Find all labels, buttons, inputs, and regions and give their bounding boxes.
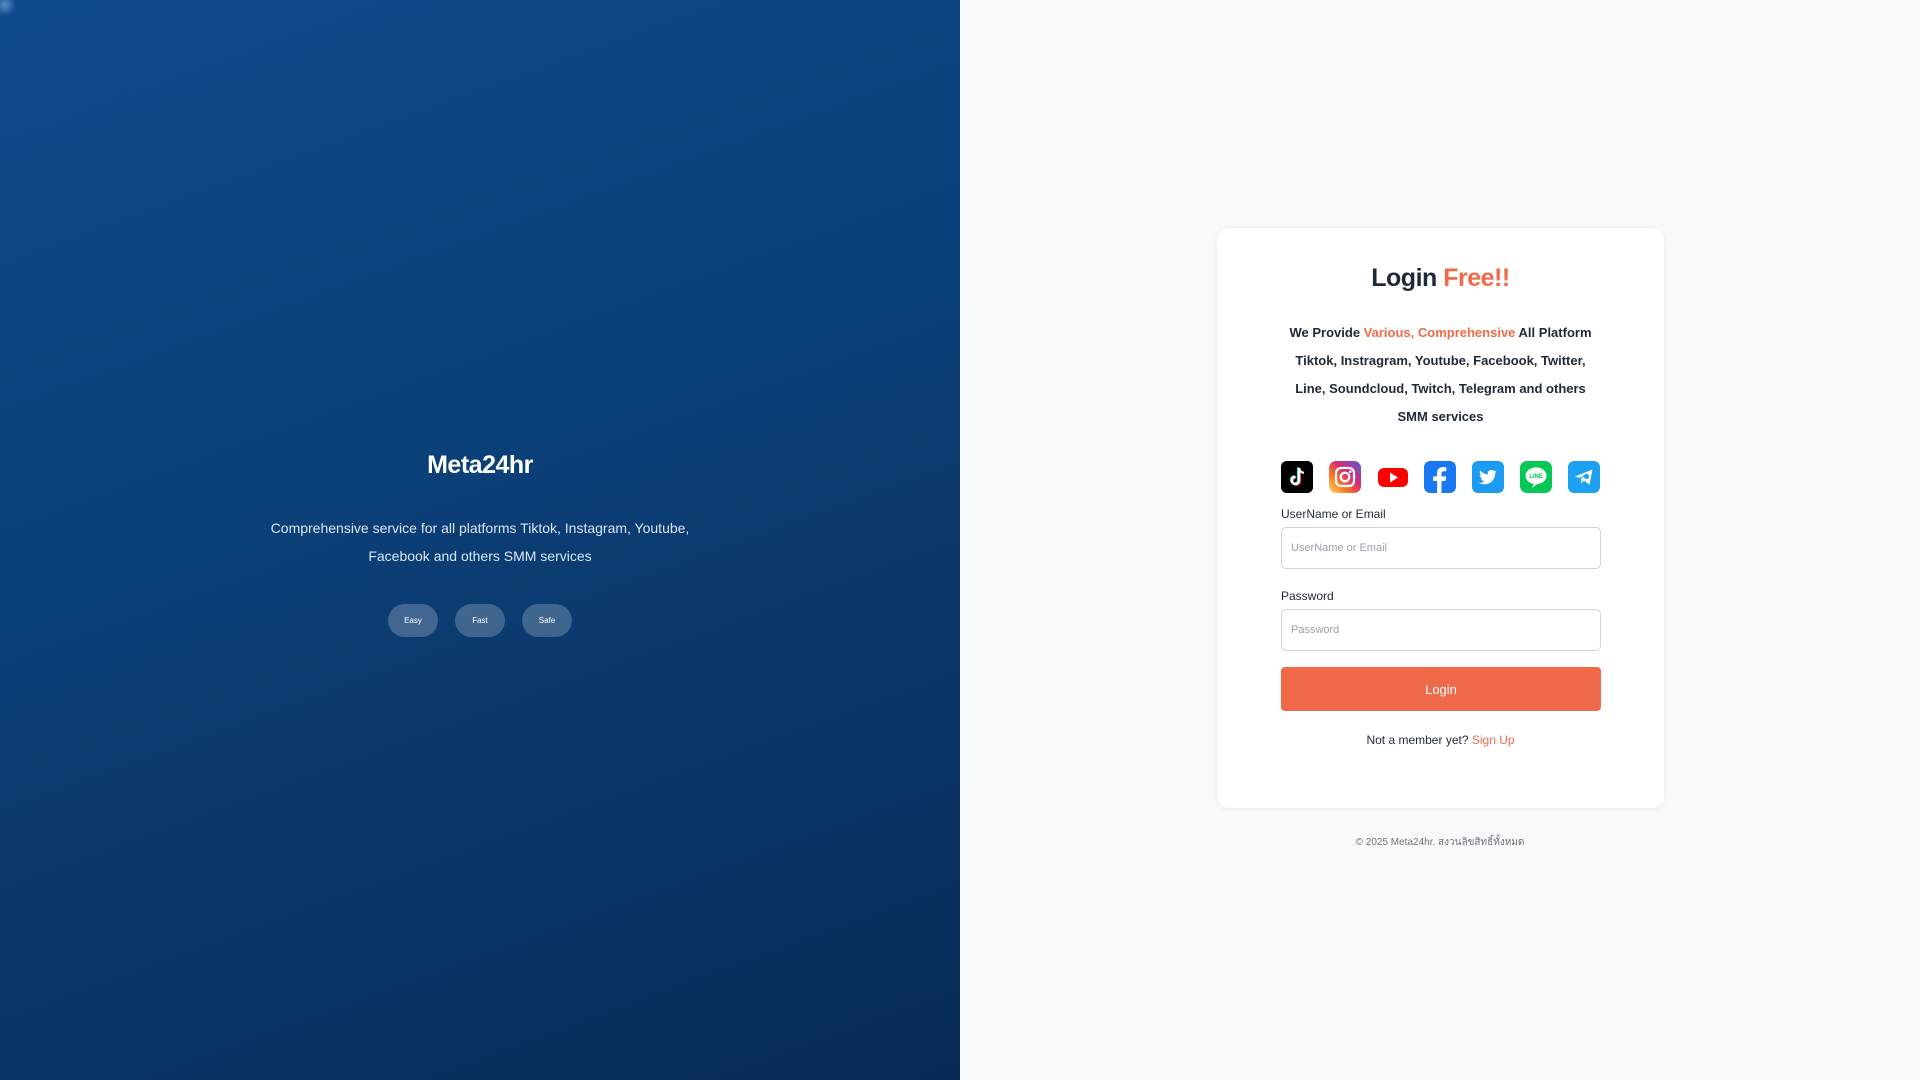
login-card: Login Free!! We Provide Various, Compreh… <box>1217 228 1664 808</box>
login-panel: Login Free!! We Provide Various, Compreh… <box>960 0 1920 1080</box>
username-label: UserName or Email <box>1281 507 1386 521</box>
hero-tagline: Comprehensive service for all platforms … <box>270 520 690 564</box>
password-label: Password <box>1281 589 1334 603</box>
line-icon: LINE <box>1520 461 1553 493</box>
platform-icons: LINE <box>1281 461 1600 493</box>
facebook-icon <box>1424 461 1457 493</box>
password-input[interactable] <box>1281 609 1601 651</box>
login-title-main: Login <box>1371 264 1437 292</box>
pill-easy: Easy <box>388 604 438 637</box>
login-button[interactable]: Login <box>1281 667 1601 711</box>
youtube-icon <box>1377 461 1409 493</box>
footer-copyright: © 2025 Meta24hr. สงวนลิขสิทธิ์ทั้งหมด <box>1355 837 1525 848</box>
instagram-icon <box>1328 461 1361 493</box>
signup-prompt: Not a member yet? <box>1366 733 1469 747</box>
login-title-accent: Free!! <box>1443 264 1510 292</box>
tiktok-icon <box>1281 461 1313 493</box>
pill-safe: Safe <box>522 604 572 637</box>
page: Meta24hr Comprehensive service for all p… <box>0 0 1920 1080</box>
twitter-icon <box>1472 461 1505 493</box>
brand-title: Meta24hr <box>427 451 533 479</box>
desc-prefix: We Provide <box>1289 325 1361 340</box>
feature-pills: Easy Fast Safe <box>388 604 572 637</box>
service-description: We Provide Various, Comprehensive All Pl… <box>1281 319 1600 431</box>
login-title: Login Free!! <box>1281 264 1600 293</box>
corner-decoration <box>0 0 16 16</box>
username-input[interactable] <box>1281 527 1601 569</box>
desc-accent: Various, Comprehensive <box>1363 325 1516 340</box>
pill-fast: Fast <box>455 604 505 637</box>
signup-line: Not a member yet? Sign Up <box>1281 733 1600 747</box>
svg-text:LINE: LINE <box>1529 474 1543 480</box>
hero-panel: Meta24hr Comprehensive service for all p… <box>0 0 960 1080</box>
signup-link[interactable]: Sign Up <box>1472 733 1515 747</box>
telegram-icon <box>1567 461 1600 493</box>
